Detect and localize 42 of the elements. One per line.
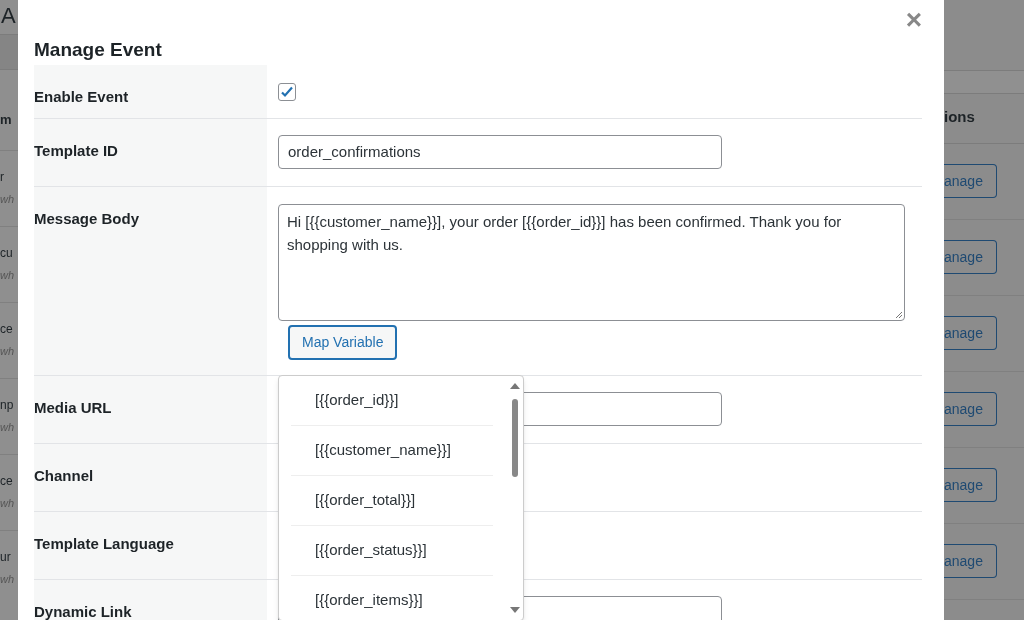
page-title: A (0, 2, 17, 30)
dropdown-option[interactable]: [{{customer_name}}] (291, 426, 493, 476)
resize-handle-icon (895, 310, 903, 319)
manage-button[interactable]: anage (944, 468, 997, 502)
manage-button[interactable]: anage (944, 316, 997, 350)
row-note: wh (0, 268, 16, 283)
row-title: ur (0, 549, 12, 565)
message-text: Hi [{{customer_name}}], your order [{{order_id}}] has been confirmed. Thank you for shopping with us. (287, 212, 842, 253)
dropdown-option[interactable]: [{{order_id}}] (291, 376, 493, 426)
dropdown-option[interactable]: [{{order_total}}] (291, 476, 493, 526)
checkbox[interactable] (278, 82, 296, 101)
column-header: m (0, 111, 13, 129)
field-label: Template ID (34, 141, 118, 159)
manage-button[interactable]: anage (944, 164, 997, 198)
checkmark-icon (280, 84, 294, 99)
row-title: r (0, 169, 5, 185)
field-label: Channel (34, 466, 94, 484)
manage-button[interactable]: anage (944, 240, 997, 274)
modal-title: Manage Event (34, 38, 163, 62)
map-variable-button[interactable]: Map Variable (288, 324, 398, 360)
row-note: wh (0, 344, 16, 359)
row-title: ce (0, 473, 14, 489)
field-label: Dynamic Link (34, 602, 132, 620)
manage-button[interactable]: anage (944, 392, 997, 426)
manage-button[interactable]: anage (944, 544, 997, 578)
field-label: Enable Event (34, 87, 129, 105)
row-note: wh (0, 572, 16, 587)
row-note: wh (0, 192, 16, 207)
row-title: cu (0, 245, 14, 261)
row-title: ce (0, 321, 14, 337)
row-note: wh (0, 496, 16, 511)
field-label: Media URL (34, 398, 112, 416)
field-label: Message Body (34, 209, 140, 227)
dropdown-option[interactable]: [{{order_status}}] (291, 526, 493, 576)
text-field[interactable]: order_confirmations (278, 134, 722, 169)
dropdown-option[interactable]: [{{order_items}}] (291, 576, 493, 620)
row-title: np (0, 397, 15, 413)
close-button[interactable]: × (905, 4, 922, 36)
column-header: ions (944, 94, 1024, 144)
row-note: wh (0, 420, 16, 435)
field-label: Template Language (34, 534, 174, 552)
message-textarea[interactable]: Hi [{{customer_name}}], your order [{{order_id}}] has been confirmed. Thank you for shopping with us. (278, 203, 905, 321)
